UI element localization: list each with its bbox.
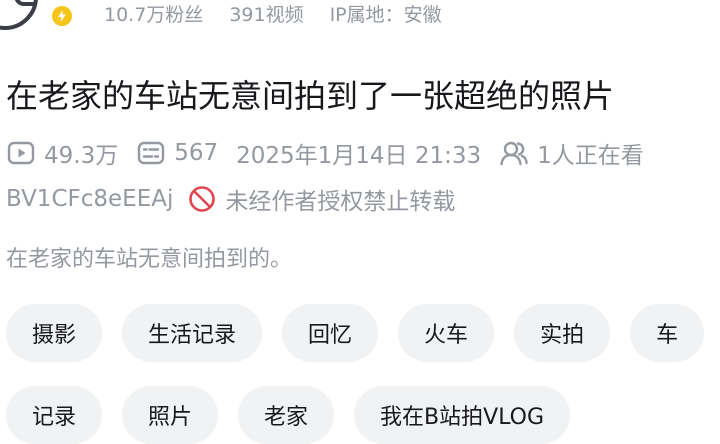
verified-badge-icon — [50, 4, 74, 28]
tag-chip[interactable]: 我在B站拍VLOG — [354, 386, 571, 444]
video-title: 在老家的车站无意间拍到了一张超绝的照片 — [6, 77, 615, 115]
tag-chip[interactable]: 生活记录 — [122, 304, 263, 362]
tag-chip[interactable]: 回忆 — [282, 304, 379, 362]
follower-count: 10.7万粉丝 — [104, 4, 204, 26]
video-description: 在老家的车站无意间拍到的。 — [6, 247, 293, 272]
video-count: 391视频 — [229, 4, 304, 26]
author-stats: 10.7万粉丝 391视频 IP属地：安徽 — [104, 2, 442, 28]
watching-now: 1人正在看 — [537, 143, 644, 169]
tag-chip[interactable]: 摄影 — [6, 304, 103, 362]
viewers-icon — [499, 138, 529, 168]
video-meta: 49.3万 567 2025年1月14日 21:33 1人正在看 — [6, 136, 644, 170]
tag-chip[interactable]: 记录 — [6, 386, 103, 444]
tag-list-second-row: 记录 照片 老家 我在B站拍VLOG — [6, 386, 571, 444]
bvid[interactable]: BV1CFc8eEEAj — [6, 186, 173, 212]
danmaku-icon — [136, 138, 166, 168]
play-count-icon — [6, 138, 36, 168]
copyright-notice: 未经作者授权禁止转载 — [225, 189, 456, 215]
tag-chip[interactable]: 火车 — [398, 304, 495, 362]
tag-chip[interactable]: 车 — [630, 304, 705, 362]
tag-chip[interactable]: 照片 — [122, 386, 219, 444]
bvid-row: BV1CFc8eEEAj 未经作者授权禁止转载 — [6, 182, 455, 216]
no-repost-icon — [187, 184, 217, 214]
publish-time: 2025年1月14日 21:33 — [236, 143, 482, 169]
tag-chip[interactable]: 老家 — [238, 386, 335, 444]
ip-location: IP属地：安徽 — [329, 4, 442, 26]
danmaku-count: 567 — [174, 140, 219, 166]
tag-chip[interactable]: 实拍 — [514, 304, 611, 362]
tag-list: 摄影 生活记录 回忆 火车 实拍 车 — [6, 304, 705, 362]
view-count: 49.3万 — [44, 143, 119, 169]
